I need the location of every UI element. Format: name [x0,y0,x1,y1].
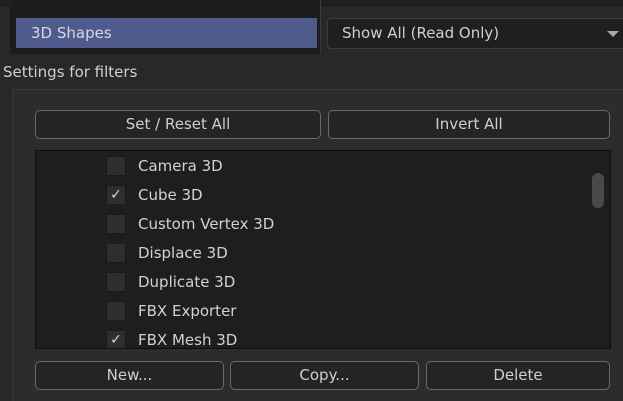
filter-checkbox[interactable]: ✓ [106,330,126,348]
delete-button[interactable]: Delete [426,361,610,390]
filter-label: Custom Vertex 3D [138,215,275,233]
filter-checkbox[interactable] [106,243,126,263]
category-item-selected[interactable]: 3D Shapes [16,18,317,48]
filter-item[interactable]: Duplicate 3D [106,271,235,293]
settings-label: Settings for filters [3,63,138,81]
delete-label: Delete [493,366,543,384]
filter-item[interactable]: ✓ FBX Mesh 3D [106,329,238,349]
view-mode-dropdown[interactable]: Show All (Read Only) [327,18,623,49]
filter-label: FBX Mesh 3D [138,331,238,349]
filter-item[interactable]: Camera 3D [106,155,223,177]
filter-label: Camera 3D [138,157,223,175]
copy-button[interactable]: Copy... [230,361,419,390]
chevron-down-icon [607,31,619,37]
new-label: New... [106,366,153,384]
filter-label: Duplicate 3D [138,273,236,291]
invert-all-label: Invert All [435,115,503,133]
filter-label: Cube 3D [138,186,203,204]
invert-all-button[interactable]: Invert All [328,110,610,139]
filter-checkbox[interactable] [106,272,126,292]
view-mode-value: Show All (Read Only) [342,24,500,42]
category-item-label: 3D Shapes [31,24,112,42]
filter-checkbox[interactable] [106,214,126,234]
filter-item[interactable]: Displace 3D [106,242,228,264]
filter-item[interactable]: Custom Vertex 3D [106,213,274,235]
copy-label: Copy... [299,366,350,384]
filter-checkbox[interactable] [106,301,126,321]
filter-checkbox[interactable]: ✓ [106,185,126,205]
set-reset-all-label: Set / Reset All [125,115,231,133]
filter-label: Displace 3D [138,244,228,262]
filter-label: FBX Exporter [138,302,237,320]
filter-item[interactable]: FBX Exporter [106,300,236,322]
set-reset-all-button[interactable]: Set / Reset All [35,110,321,139]
scrollbar-thumb[interactable] [592,173,604,208]
filter-item[interactable]: ✓ Cube 3D [106,184,203,206]
new-button[interactable]: New... [35,361,224,390]
filter-checkbox[interactable] [106,156,126,176]
filter-list[interactable]: Camera 3D ✓ Cube 3D Custom Vertex 3D Dis… [35,150,611,349]
